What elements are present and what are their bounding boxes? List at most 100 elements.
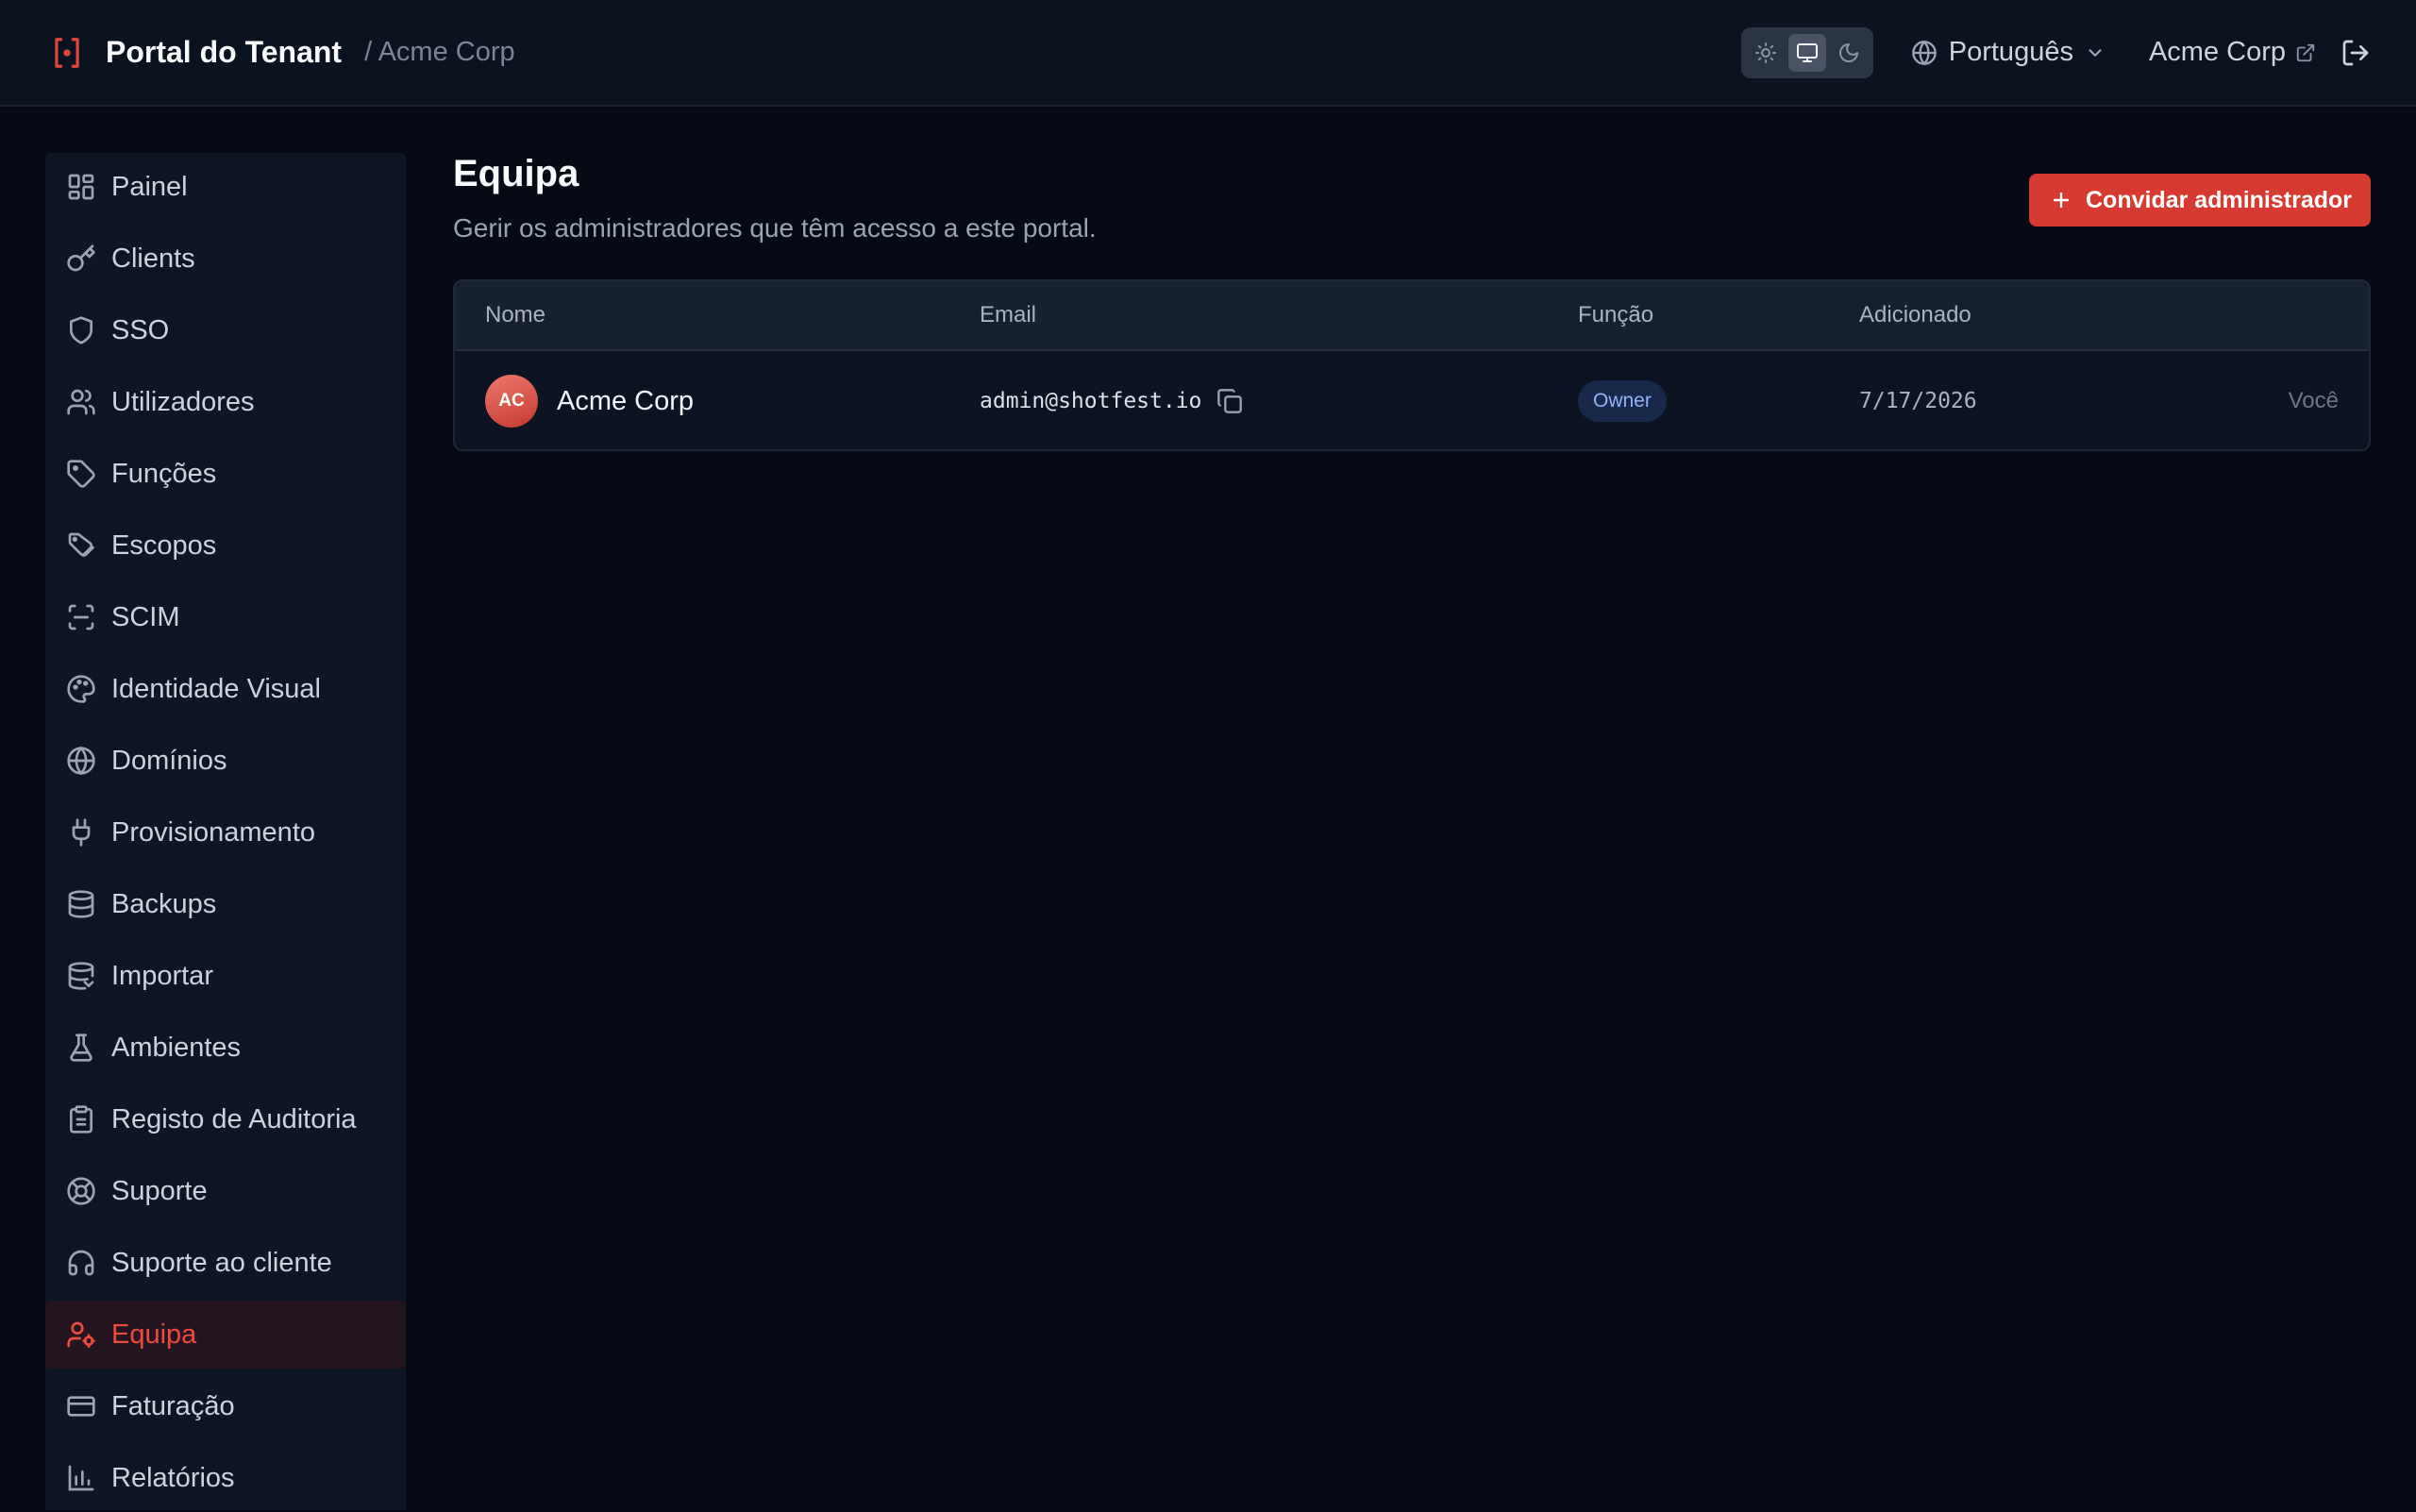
invite-admin-label: Convidar administrador — [2086, 186, 2352, 213]
sidebar-item-scim[interactable]: SCIM — [45, 583, 406, 651]
sidebar-item-label: Importar — [111, 960, 213, 991]
self-cell: Você — [2288, 351, 2339, 449]
avatar: AC — [485, 375, 538, 428]
sidebar-item-label: SCIM — [111, 601, 180, 632]
chevron-down-icon — [2089, 48, 2102, 57]
plus-icon — [2053, 192, 2070, 209]
sidebar-item-faturacao[interactable]: Faturação — [45, 1372, 406, 1440]
column-header-email: Email — [980, 302, 1037, 328]
sidebar-item-painel[interactable]: Painel — [45, 153, 406, 221]
sidebar-item-label: SSO — [111, 314, 170, 345]
theme-dark-button[interactable] — [1830, 34, 1868, 72]
sidebar-item-label: Faturação — [111, 1390, 235, 1421]
sidebar-item-label: Escopos — [111, 529, 217, 561]
external-link-icon — [2296, 43, 2315, 61]
sidebar-item-escopos[interactable]: Escopos — [45, 512, 406, 580]
table-header: Nome Email Função Adicionado — [455, 281, 2369, 351]
column-header-added: Adicionado — [1859, 302, 1971, 328]
users-icon — [67, 389, 95, 415]
sidebar-item-suporte[interactable]: Suporte — [45, 1157, 406, 1225]
user-cog-icon — [67, 1321, 95, 1348]
dashboard-icon — [68, 174, 94, 200]
sidebar-item-label: Suporte ao cliente — [111, 1247, 332, 1278]
moon-icon — [1838, 42, 1858, 62]
sidebar-item-label: Suporte — [111, 1175, 208, 1206]
tenant-link-label: Acme Corp — [2148, 37, 2286, 67]
globe-icon — [67, 746, 95, 776]
theme-toggle — [1740, 26, 1873, 78]
globe-icon — [1911, 40, 1937, 65]
sidebar-item-dominios[interactable]: Domínios — [45, 727, 406, 795]
brand[interactable]: Portal do Tenant / Acme Corp — [49, 35, 515, 71]
sidebar-item-clients[interactable]: Clients — [45, 225, 406, 293]
brand-logo-icon — [55, 37, 79, 68]
top-bar: Portal do Tenant / Acme Corp Português A… — [0, 0, 2416, 107]
database-icon — [68, 890, 94, 918]
copy-icon[interactable] — [1216, 388, 1243, 414]
current-user-label: Você — [2288, 388, 2339, 413]
sidebar-item-label: Clients — [111, 243, 195, 274]
sidebar-item-provisionamento[interactable]: Provisionamento — [45, 798, 406, 866]
key-icon — [67, 244, 95, 272]
column-header-role: Função — [1578, 302, 1654, 328]
sidebar-item-backups[interactable]: Backups — [45, 870, 406, 938]
member-name: Acme Corp — [557, 385, 695, 416]
team-table: Nome Email Função Adicionado AC Acme Cor… — [453, 279, 2371, 451]
member-email: admin@shotfest.io — [980, 389, 1202, 413]
bar-chart-icon — [68, 1465, 94, 1491]
sidebar-item-label: Domínios — [111, 745, 227, 776]
palette-icon — [67, 675, 95, 703]
added-cell: 7/17/2026 — [1859, 351, 1977, 449]
sidebar-item-label: Funções — [111, 458, 217, 489]
sidebar-item-registo-de-auditoria[interactable]: Registo de Auditoria — [45, 1085, 406, 1153]
sidebar-item-label: Relatórios — [111, 1462, 235, 1493]
plug-icon — [72, 818, 91, 847]
monitor-icon — [1796, 42, 1818, 62]
sidebar-item-label: Equipa — [111, 1319, 197, 1350]
tenant-external-link[interactable]: Acme Corp — [2149, 37, 2316, 68]
brand-title: Portal do Tenant — [106, 35, 343, 69]
sidebar-item-label: Identidade Visual — [111, 673, 321, 704]
theme-light-button[interactable] — [1747, 34, 1785, 72]
sidebar-item-label: Registo de Auditoria — [111, 1103, 357, 1134]
sun-icon — [1754, 42, 1776, 63]
page-title: Equipa — [453, 153, 579, 194]
role-cell: Owner — [1578, 351, 1667, 449]
theme-system-button[interactable] — [1787, 33, 1826, 72]
sidebar-item-utilizadores[interactable]: Utilizadores — [45, 368, 406, 436]
sidebar-item-label: Ambientes — [111, 1032, 242, 1063]
table-row: AC Acme Corp admin@shotfest.io Owner 7/1… — [455, 351, 2369, 449]
email-cell: admin@shotfest.io — [980, 351, 1243, 449]
sidebar-item-importar[interactable]: Importar — [45, 942, 406, 1010]
sidebar-item-label: Provisionamento — [111, 816, 315, 848]
shield-icon — [70, 316, 92, 344]
sidebar-item-label: Backups — [111, 888, 217, 919]
invite-admin-button[interactable]: Convidar administrador — [2029, 174, 2371, 227]
database-import-icon — [68, 962, 94, 990]
scan-icon — [68, 604, 94, 630]
language-select[interactable]: Português — [1911, 37, 2106, 68]
flask-icon — [70, 1033, 92, 1062]
breadcrumb: / Acme Corp — [364, 37, 515, 67]
sidebar-item-ambientes[interactable]: Ambientes — [45, 1014, 406, 1082]
sidebar-item-equipa[interactable]: Equipa — [45, 1301, 406, 1369]
sidebar-item-label: Utilizadores — [111, 386, 255, 417]
language-label: Português — [1948, 37, 2073, 67]
sidebar-item-label: Painel — [111, 171, 188, 202]
added-date: 7/17/2026 — [1859, 389, 1977, 413]
sidebar-item-identidade-visual[interactable]: Identidade Visual — [45, 655, 406, 723]
tags-icon — [68, 532, 95, 557]
clipboard-icon — [70, 1105, 92, 1134]
column-header-name: Nome — [485, 302, 546, 328]
role-badge: Owner — [1578, 380, 1667, 422]
sidebar-item-suporte-ao-cliente[interactable]: Suporte ao cliente — [45, 1229, 406, 1297]
sidebar-item-sso[interactable]: SSO — [45, 296, 406, 364]
sidebar-item-relatorios[interactable]: Relatórios — [45, 1444, 406, 1512]
member-cell: AC Acme Corp — [485, 351, 695, 449]
tag-icon — [67, 460, 95, 488]
logout-icon[interactable] — [2340, 38, 2371, 68]
headset-icon — [68, 1250, 94, 1276]
credit-card-icon — [67, 1396, 95, 1417]
sidebar-item-funcoes[interactable]: Funções — [45, 440, 406, 508]
page-subtitle: Gerir os administradores que têm acesso … — [453, 213, 1097, 243]
